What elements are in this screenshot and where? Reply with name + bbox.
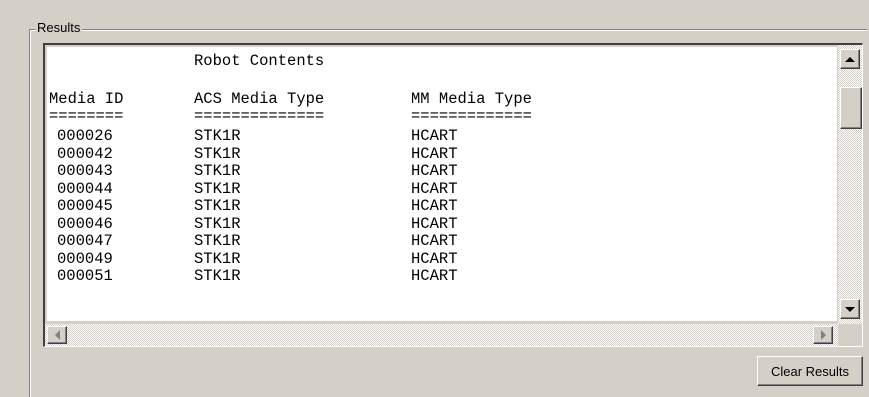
cell-mm-media-type: HCART bbox=[411, 249, 458, 268]
table-row: 000049 STK1R HCART bbox=[47, 249, 837, 268]
cell-acs-media-type: STK1R bbox=[194, 197, 241, 215]
cell-acs-media-type: STK1R bbox=[194, 179, 241, 198]
vertical-scroll-thumb[interactable] bbox=[840, 87, 862, 129]
cell-acs-media-type: STK1R bbox=[194, 249, 241, 268]
cell-mm-media-type: HCART bbox=[411, 267, 458, 285]
table-row: 000026 STK1R HCART bbox=[47, 128, 837, 145]
separator-line: ======== ============== ============= bbox=[47, 108, 837, 125]
table-row: 000047 STK1R HCART bbox=[47, 233, 837, 250]
cell-media-id: 000049 bbox=[57, 249, 113, 268]
cell-acs-media-type: STK1R bbox=[194, 267, 241, 285]
results-group-label: Results bbox=[35, 20, 83, 36]
table-row: 000045 STK1R HCART bbox=[47, 198, 837, 215]
cell-media-id: 000044 bbox=[57, 179, 113, 198]
arrow-up-icon bbox=[845, 56, 855, 62]
arrow-down-icon bbox=[845, 306, 855, 312]
cell-mm-media-type: HCART bbox=[411, 162, 458, 180]
scroll-down-button[interactable] bbox=[840, 299, 860, 319]
cell-acs-media-type: STK1R bbox=[194, 127, 241, 145]
table-row: 000046 STK1R HCART bbox=[47, 214, 837, 233]
cell-mm-media-type: HCART bbox=[411, 197, 458, 215]
cell-media-id: 000047 bbox=[57, 232, 113, 250]
cell-acs-media-type: STK1R bbox=[194, 232, 241, 250]
header-mm-media-type: MM Media Type bbox=[411, 90, 532, 108]
cell-acs-media-type: STK1R bbox=[194, 214, 241, 233]
cell-media-id: 000026 bbox=[57, 127, 113, 145]
results-text-content[interactable]: Robot Contents Media ID ACS Media Type M… bbox=[47, 47, 837, 321]
cell-media-id: 000045 bbox=[57, 197, 113, 215]
table-row: 000044 STK1R HCART bbox=[47, 179, 837, 198]
header-acs-media-type: ACS Media Type bbox=[194, 90, 325, 108]
arrow-left-icon bbox=[54, 330, 60, 340]
cell-media-id: 000051 bbox=[57, 267, 113, 285]
header-media-id: Media ID bbox=[49, 90, 124, 108]
separator-mm-media-type: ============= bbox=[411, 107, 532, 125]
arrow-right-icon bbox=[820, 330, 826, 340]
table-row: 000043 STK1R HCART bbox=[47, 163, 837, 180]
cell-mm-media-type: HCART bbox=[411, 214, 458, 233]
horizontal-scrollbar[interactable] bbox=[45, 324, 838, 346]
separator-media-id: ======== bbox=[49, 107, 124, 125]
cell-media-id: 000046 bbox=[57, 214, 113, 233]
results-title-line: Robot Contents bbox=[47, 53, 837, 70]
results-textarea[interactable]: Robot Contents Media ID ACS Media Type M… bbox=[43, 43, 863, 347]
scroll-up-button[interactable] bbox=[840, 49, 860, 69]
table-row: 000042 STK1R HCART bbox=[47, 144, 837, 163]
cell-media-id: 000043 bbox=[57, 162, 113, 180]
header-line: Media ID ACS Media Type MM Media Type bbox=[47, 91, 837, 108]
cell-mm-media-type: HCART bbox=[411, 144, 458, 163]
results-title: Robot Contents bbox=[194, 52, 325, 70]
separator-acs-media-type: ============== bbox=[194, 107, 325, 125]
cell-mm-media-type: HCART bbox=[411, 232, 458, 250]
cell-mm-media-type: HCART bbox=[411, 179, 458, 198]
scrollbar-corner bbox=[838, 324, 862, 346]
table-row: 000051 STK1R HCART bbox=[47, 268, 837, 285]
cell-acs-media-type: STK1R bbox=[194, 162, 241, 180]
cell-mm-media-type: HCART bbox=[411, 127, 458, 145]
vertical-scrollbar[interactable] bbox=[838, 45, 862, 327]
cell-media-id: 000042 bbox=[57, 144, 113, 163]
clear-results-button[interactable]: Clear Results bbox=[757, 356, 863, 386]
scroll-left-button[interactable] bbox=[47, 326, 67, 344]
scroll-right-button[interactable] bbox=[813, 326, 833, 344]
cell-acs-media-type: STK1R bbox=[194, 144, 241, 163]
